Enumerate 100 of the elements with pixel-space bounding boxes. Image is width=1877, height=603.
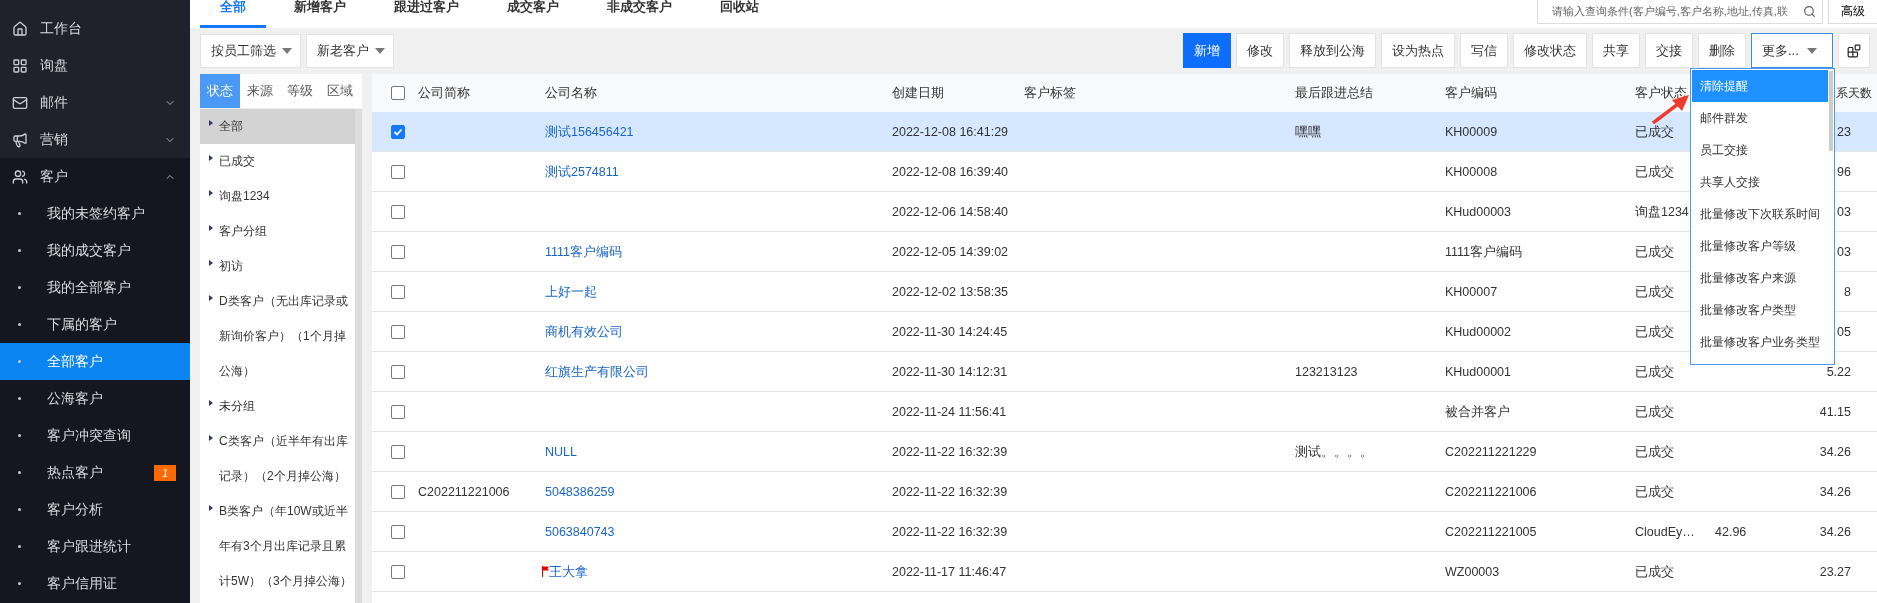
sidebar-subitem[interactable]: 客户冲突查询 <box>0 417 190 454</box>
bullet-icon <box>18 360 21 363</box>
sidebar-item[interactable]: 营销 <box>0 121 190 158</box>
bullet-icon <box>18 545 21 548</box>
table-cell-text: KHud00001 <box>1444 363 1513 380</box>
toolbar-button[interactable]: 写信 <box>1460 33 1508 68</box>
company-link[interactable]: 商机有效公司 <box>532 323 879 340</box>
tab[interactable]: 回收站 <box>700 0 779 28</box>
sidebar-subitem[interactable]: 客户分析 <box>0 491 190 528</box>
filter-dropdown[interactable]: 新老客户 <box>306 33 394 68</box>
table-cell-text: 2022-11-30 14:12:31 <box>891 363 1009 380</box>
sidebar-subitem[interactable]: 全部客户 <box>0 343 190 380</box>
advanced-search-button[interactable]: 高级 <box>1828 0 1877 24</box>
toolbar-button[interactable]: 修改 <box>1236 33 1284 68</box>
sidebar-subitem[interactable]: 下属的客户 <box>0 306 190 343</box>
checkbox[interactable] <box>391 524 405 539</box>
table-cell-text: 2022-11-17 11:46:47 <box>891 563 1008 580</box>
checkbox[interactable] <box>391 324 405 339</box>
checkbox[interactable] <box>391 444 405 459</box>
sidebar-subitem[interactable]: 客户跟进统计 <box>0 528 190 565</box>
table-cell-text: 已成交 <box>1634 323 1675 340</box>
bullet-icon <box>18 397 21 400</box>
table-cell-text: 96 <box>1837 163 1852 180</box>
company-link[interactable]: 测试156456421 <box>532 123 879 140</box>
tab[interactable]: 跟进过客户 <box>374 0 479 28</box>
sidebar-item[interactable]: 询盘 <box>0 47 190 84</box>
grid-icon <box>12 57 28 74</box>
column-header: 客户编码 <box>1444 84 1498 102</box>
table-cell-text: 2022-11-22 16:32:39 <box>891 483 1009 500</box>
table-cell-text: C202211221229 <box>1444 443 1538 460</box>
table-cell-text: 已成交 <box>1634 563 1675 580</box>
table-cell-text: 已成交 <box>1634 283 1675 300</box>
table-cell-text: 2022-12-06 14:58:40 <box>891 203 1010 220</box>
table-cell-text: KH00007 <box>1444 283 1499 300</box>
company-link[interactable]: 5063840743 <box>532 523 879 540</box>
toolbar-button[interactable]: 释放到公海 <box>1289 33 1376 68</box>
company-link[interactable]: 测试2574811 <box>532 163 879 180</box>
search-field[interactable]: 请输入查询条件(客户编号,客户名称,地址,传真,联 <box>1537 0 1823 24</box>
table-cell-text: 23.27 <box>1819 563 1852 580</box>
company-link[interactable]: 5048386259 <box>532 483 879 500</box>
toolbar-button[interactable]: 删除 <box>1698 33 1746 68</box>
checkbox[interactable] <box>391 86 405 100</box>
checkbox[interactable] <box>391 284 405 299</box>
toolbar-button[interactable]: 新增 <box>1183 33 1231 68</box>
tab[interactable]: 成交客户 <box>487 0 579 28</box>
company-link[interactable]: 1111客户编码 <box>532 243 879 260</box>
toolbar-button[interactable]: 修改状态 <box>1513 33 1587 68</box>
sidebar-subitem[interactable]: 我的全部客户 <box>0 269 190 306</box>
sidebar-subitem[interactable]: 客户信用证 <box>0 565 190 602</box>
checkbox[interactable] <box>391 364 405 379</box>
table-cell-text: 已成交 <box>1634 163 1675 180</box>
table-cell-text: 已成交 <box>1634 243 1675 260</box>
sidebar-subitem[interactable]: 我的成交客户 <box>0 232 190 269</box>
company-link[interactable]: NULL <box>532 443 879 460</box>
sidebar-subitem[interactable]: 公海客户 <box>0 380 190 417</box>
blocks-icon <box>1847 43 1861 58</box>
sidebar-subitem[interactable]: 热点客户 1 <box>0 454 190 491</box>
table-cell-text: CloudEy… <box>1634 523 1696 540</box>
home-icon <box>12 20 28 37</box>
blocks-button[interactable] <box>1838 33 1870 68</box>
table-cell-text: 34.26 <box>1819 523 1852 540</box>
table-cell-text: 2022-11-30 14:24:45 <box>891 323 1009 340</box>
caret-icon <box>282 47 292 54</box>
filter-dropdown[interactable]: 按员工筛选 <box>200 33 301 68</box>
sidebar-item[interactable]: 邮件 <box>0 84 190 121</box>
toolbar-button[interactable]: 交接 <box>1645 33 1693 68</box>
tab[interactable]: 全部 <box>200 0 266 28</box>
table-cell-text: 2022-11-24 11:56:41 <box>891 403 1008 420</box>
company-link[interactable]: 王大拿 <box>549 563 588 580</box>
filter-item[interactable]: 全部 <box>200 109 355 144</box>
tab[interactable]: 非成交客户 <box>587 0 692 28</box>
checkbox[interactable] <box>391 404 405 419</box>
toolbar-button[interactable]: 设为热点 <box>1381 33 1455 68</box>
checkbox[interactable] <box>391 204 405 219</box>
users-icon <box>12 168 28 185</box>
table-cell-text: 已成交 <box>1634 363 1675 380</box>
table-cell-text: KHud00003 <box>1444 203 1513 220</box>
tab[interactable]: 新增客户 <box>274 0 366 28</box>
company-link[interactable]: 上好一起 <box>532 283 879 300</box>
checkbox[interactable] <box>391 164 405 179</box>
table-cell-text: C202211221006 <box>1444 483 1538 500</box>
more-dropdown-button[interactable]: 更多... <box>1751 33 1833 68</box>
company-link[interactable]: 红旗生产有限公司 <box>532 363 879 380</box>
sidebar-item[interactable]: 客户 <box>0 158 190 195</box>
bullet-icon <box>18 471 21 474</box>
checkbox[interactable] <box>391 564 405 579</box>
table-cell-text: 2022-12-02 13:58:35 <box>891 283 1010 300</box>
checkbox[interactable] <box>391 484 405 499</box>
table-cell-text: 05 <box>1837 323 1852 340</box>
toolbar-button[interactable]: 共享 <box>1592 33 1640 68</box>
sidebar-subitem[interactable]: 我的未签约客户 <box>0 195 190 232</box>
caret-right-icon <box>208 259 214 267</box>
caret-right-icon <box>208 434 214 442</box>
checkbox[interactable] <box>391 244 405 259</box>
bullet-icon <box>18 212 21 215</box>
table-cell-text: 已成交 <box>1634 123 1675 140</box>
checkbox[interactable] <box>391 124 405 139</box>
bullet-icon <box>18 434 21 437</box>
caret-icon <box>1806 47 1817 54</box>
sidebar-item[interactable]: 工作台 <box>0 10 190 47</box>
